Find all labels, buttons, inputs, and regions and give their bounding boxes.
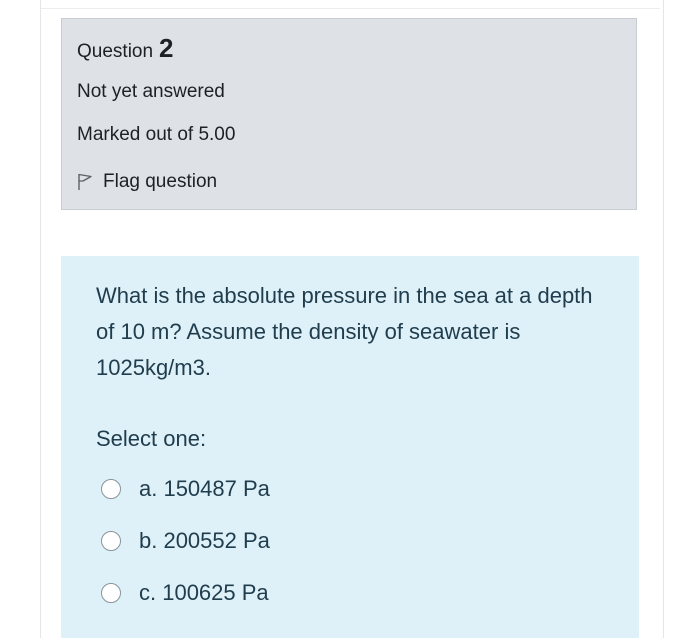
answer-option-c[interactable]: c. 100625 Pa [101,580,269,606]
select-one-prompt: Select one: [96,426,207,451]
marks-info: Marked out of 5.00 [77,124,236,145]
answer-option-c-label: c. 100625 Pa [139,580,269,605]
top-divider [40,0,660,9]
answer-option-a[interactable]: a. 150487 Pa [101,476,270,502]
radio-button-c[interactable] [101,583,121,603]
radio-button-a[interactable] [101,479,121,499]
question-heading: Question 2 [77,33,174,64]
quiz-page: Question 2 Not yet answered Marked out of… [0,0,700,638]
question-number: 2 [159,33,174,63]
flag-icon [77,173,93,191]
answer-option-b[interactable]: b. 200552 Pa [101,528,270,554]
question-label: Question [77,41,154,62]
radio-button-b[interactable] [101,531,121,551]
left-border [40,0,41,638]
answer-status: Not yet answered [77,81,225,102]
flag-question-link[interactable]: Flag question [77,171,217,193]
right-border [663,0,664,638]
question-text: What is the absolute pressure in the sea… [96,283,593,380]
answer-option-b-label: b. 200552 Pa [139,528,270,553]
answer-option-a-label: a. 150487 Pa [139,476,270,501]
flag-question-label: Flag question [103,171,218,192]
question-info-panel: Question 2 Not yet answered Marked out of… [61,18,637,210]
question-formulation: What is the absolute pressure in the sea… [61,256,639,638]
